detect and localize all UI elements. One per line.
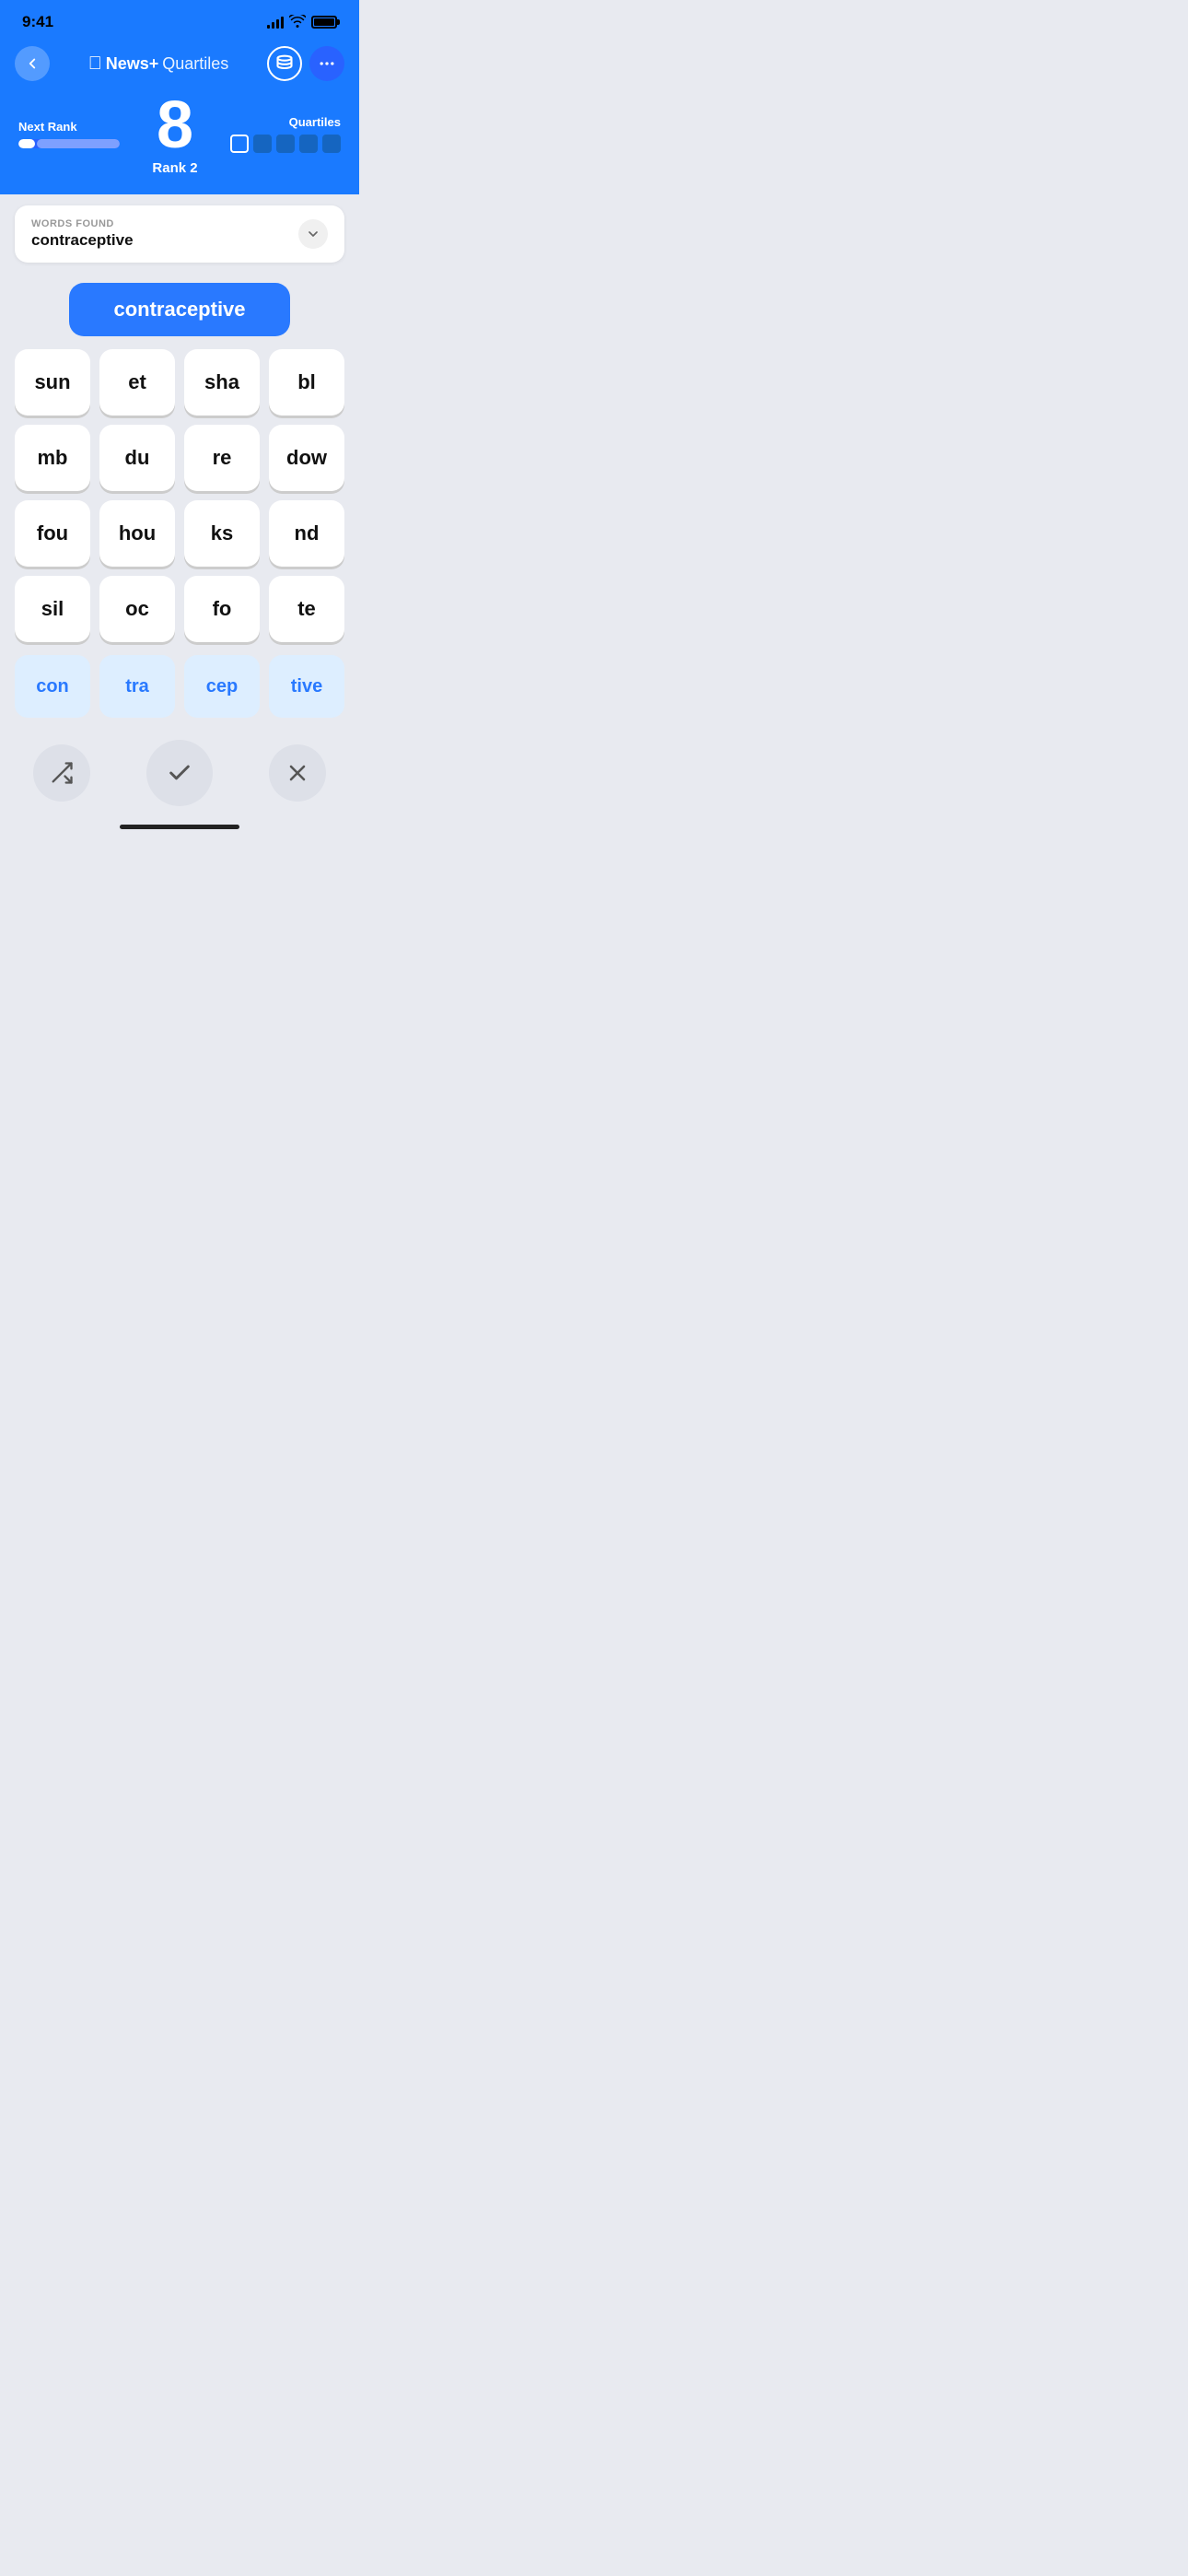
- tile-te[interactable]: te: [269, 576, 344, 642]
- score-rank: Rank 2: [152, 160, 197, 176]
- tile-hou[interactable]: hou: [99, 500, 175, 567]
- tile-nd[interactable]: nd: [269, 500, 344, 567]
- quartiles-section: Quartiles: [230, 115, 341, 153]
- nav-bar:  News+ Quartiles: [0, 39, 359, 92]
- quartiles-label: Quartiles: [162, 54, 228, 74]
- quartile-dot-1: [230, 135, 249, 153]
- status-time: 9:41: [22, 13, 53, 31]
- words-found-label: WORDS FOUND: [31, 218, 134, 229]
- status-icons: [267, 15, 337, 30]
- rank-progress-bar: [18, 139, 120, 148]
- nav-right-buttons: [267, 46, 344, 81]
- words-content: WORDS FOUND contraceptive: [31, 218, 134, 250]
- delete-button[interactable]: [269, 744, 326, 802]
- quartiles-dots: [230, 135, 341, 153]
- wifi-icon: [289, 15, 306, 30]
- action-buttons: [15, 731, 344, 806]
- tile-mb[interactable]: mb: [15, 425, 90, 491]
- selected-tiles: con tra cep tive: [15, 655, 344, 718]
- database-button[interactable]: [267, 46, 302, 81]
- shuffle-button[interactable]: [33, 744, 90, 802]
- selected-tile-cep[interactable]: cep: [184, 655, 260, 718]
- tile-dow[interactable]: dow: [269, 425, 344, 491]
- quartile-dot-4: [299, 135, 318, 153]
- home-indicator: [0, 806, 359, 838]
- tile-ks[interactable]: ks: [184, 500, 260, 567]
- tile-fou[interactable]: fou: [15, 500, 90, 567]
- tile-fo[interactable]: fo: [184, 576, 260, 642]
- tile-du[interactable]: du: [99, 425, 175, 491]
- words-expand-button[interactable]: [298, 219, 328, 249]
- selected-tile-tive[interactable]: tive: [269, 655, 344, 718]
- tile-et[interactable]: et: [99, 349, 175, 416]
- tile-sun[interactable]: sun: [15, 349, 90, 416]
- check-button[interactable]: [146, 740, 213, 806]
- next-rank-section: Next Rank: [18, 120, 120, 148]
- battery-icon: [311, 16, 337, 29]
- next-rank-label: Next Rank: [18, 120, 120, 134]
- tile-oc[interactable]: oc: [99, 576, 175, 642]
- tile-sil[interactable]: sil: [15, 576, 90, 642]
- tile-sha[interactable]: sha: [184, 349, 260, 416]
- words-found-value: contraceptive: [31, 231, 134, 250]
- quartile-dot-5: [322, 135, 341, 153]
- score-section: Next Rank 8 Rank 2 Quartiles: [0, 92, 359, 194]
- current-word-display: contraceptive: [69, 283, 290, 336]
- app-title:  News+ Quartiles: [88, 53, 229, 75]
- words-found-section: WORDS FOUND contraceptive: [15, 205, 344, 263]
- more-button[interactable]: [309, 46, 344, 81]
- selected-tile-con[interactable]: con: [15, 655, 90, 718]
- status-bar: 9:41: [0, 0, 359, 39]
- quartile-dot-2: [253, 135, 272, 153]
- tile-grid: sun et sha bl mb du re dow fou hou ks nd…: [15, 349, 344, 642]
- tile-bl[interactable]: bl: [269, 349, 344, 416]
- score-number: 8: [152, 92, 197, 158]
- back-button[interactable]: [15, 46, 50, 81]
- home-bar: [120, 825, 239, 829]
- selected-tile-tra[interactable]: tra: [99, 655, 175, 718]
- apple-logo: : [88, 53, 102, 75]
- quartile-dot-3: [276, 135, 295, 153]
- score-center: 8 Rank 2: [152, 92, 197, 176]
- game-area: contraceptive sun et sha bl mb du re dow…: [0, 274, 359, 806]
- news-plus-label: News+: [106, 54, 159, 74]
- signal-icon: [267, 16, 284, 29]
- tile-re[interactable]: re: [184, 425, 260, 491]
- quartiles-label: Quartiles: [289, 115, 341, 129]
